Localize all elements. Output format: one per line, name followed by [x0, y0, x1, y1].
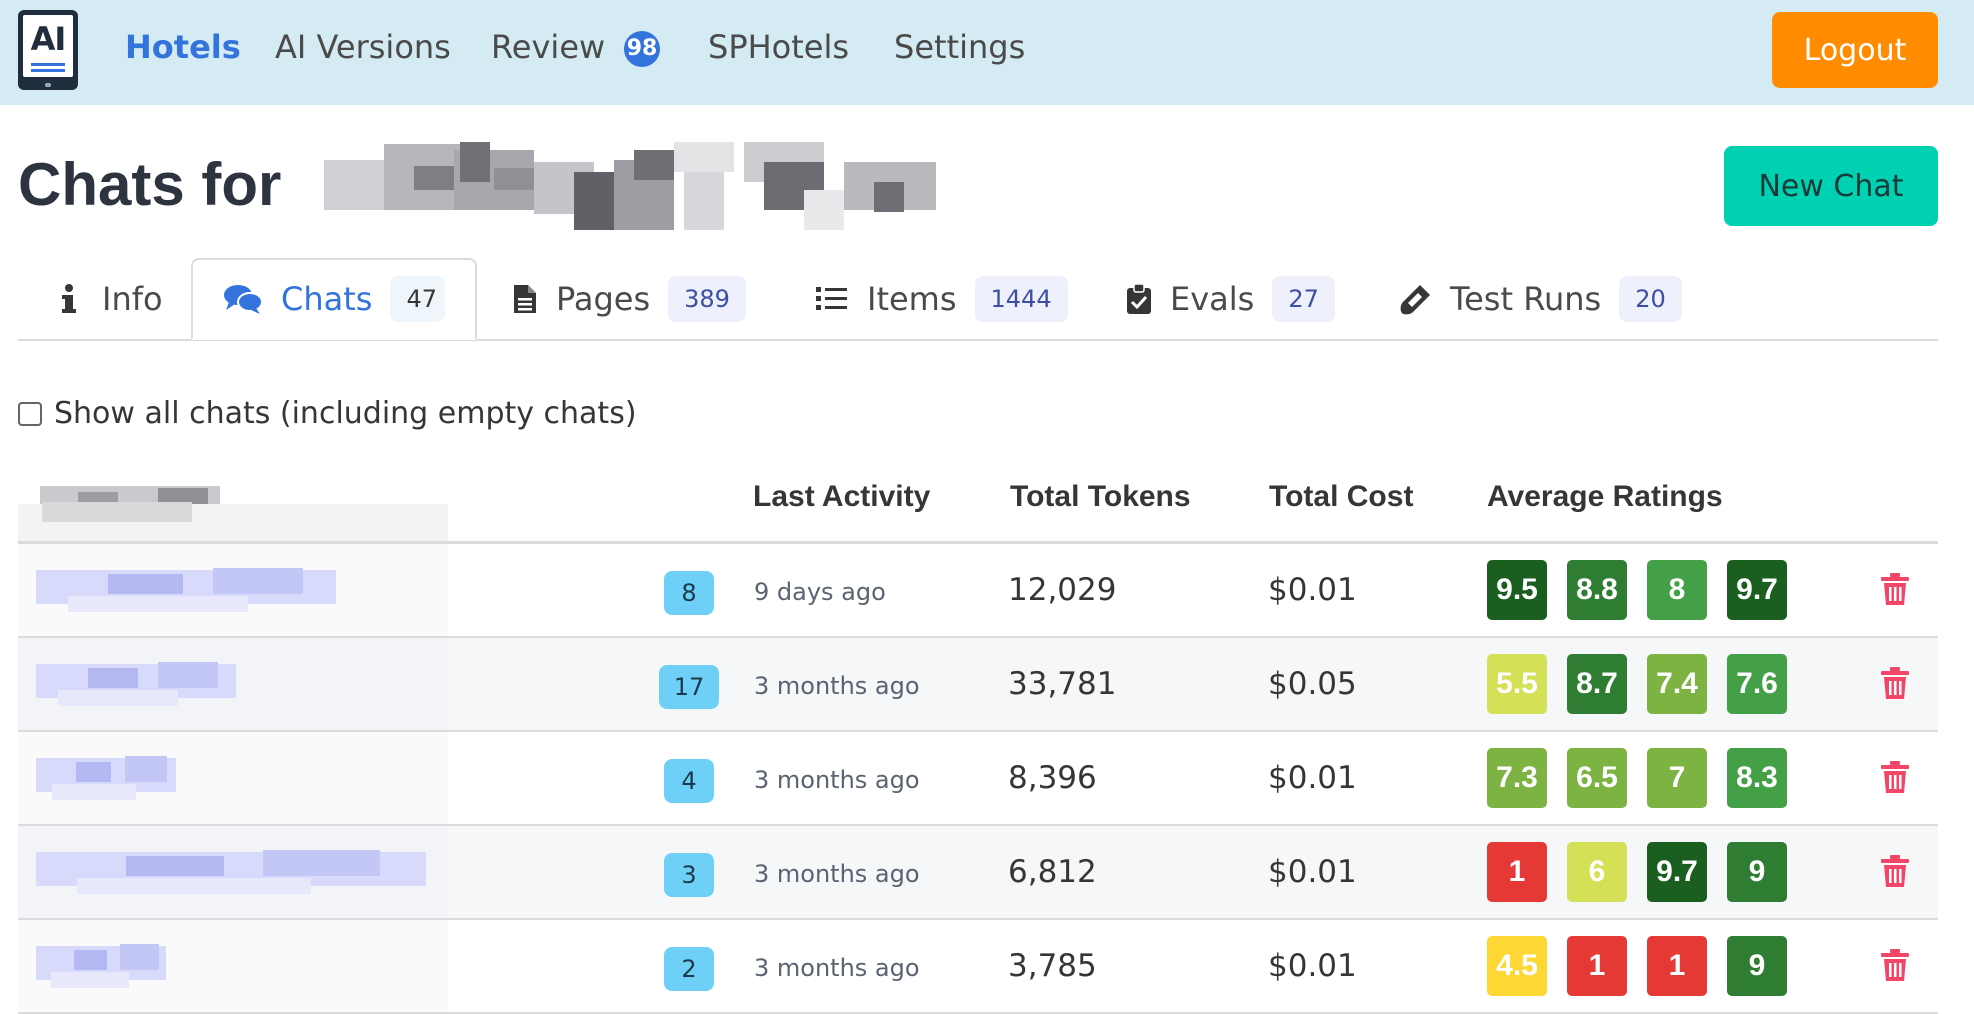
- app-logo[interactable]: AI: [18, 10, 78, 90]
- rating-badge: 5.5: [1487, 654, 1547, 714]
- file-icon: [512, 283, 538, 315]
- show-all-chats-toggle[interactable]: Show all chats (including empty chats): [18, 396, 637, 431]
- total-tokens-cell: 12,029: [1008, 572, 1117, 608]
- last-activity-cell: 3 months ago: [754, 766, 920, 794]
- redacted-chat-name[interactable]: [18, 638, 448, 730]
- total-tokens-cell: 3,785: [1008, 948, 1097, 984]
- rating-badge: 9.5: [1487, 560, 1547, 620]
- rating-badge: 7.3: [1487, 748, 1547, 808]
- redacted-chat-name[interactable]: [18, 826, 448, 918]
- rating-badge: 4.5: [1487, 936, 1547, 996]
- rating-badge: 7: [1647, 748, 1707, 808]
- header-total-tokens[interactable]: Total Tokens: [1010, 480, 1191, 514]
- nav-sphotels[interactable]: SPHotels: [708, 28, 849, 66]
- tab-items[interactable]: Items 1444: [815, 258, 1068, 340]
- last-activity-cell: 3 months ago: [754, 672, 920, 700]
- header-total-cost[interactable]: Total Cost: [1269, 480, 1413, 514]
- total-tokens-cell: 8,396: [1008, 760, 1097, 796]
- redacted-column-header: [18, 472, 448, 542]
- new-chat-button[interactable]: New Chat: [1724, 146, 1938, 226]
- rating-badge: 9: [1727, 936, 1787, 996]
- rating-badge: 8.3: [1727, 748, 1787, 808]
- navbar: AI Hotels AI Versions Review 98 SPHotels…: [0, 0, 1974, 105]
- tab-evals[interactable]: Evals 27: [1126, 258, 1335, 340]
- total-tokens-cell: 33,781: [1008, 666, 1117, 702]
- message-count-badge: 8: [664, 571, 714, 615]
- tab-pages-label: Pages: [556, 280, 651, 318]
- tab-info[interactable]: Info: [54, 258, 163, 340]
- rating-badge: 1: [1487, 842, 1547, 902]
- list-icon: [815, 283, 849, 315]
- vial-icon: [1400, 283, 1432, 315]
- logout-button[interactable]: Logout: [1772, 12, 1938, 88]
- trash-icon[interactable]: [1880, 760, 1910, 794]
- rating-badge: 1: [1647, 936, 1707, 996]
- review-count-badge: 98: [624, 31, 660, 67]
- clipboard-check-icon: [1126, 283, 1152, 315]
- tab-chats-count: 47: [390, 276, 445, 322]
- table-row[interactable]: 4 3 months ago 8,396 $0.01 7.3 6.5 7 8.3: [18, 732, 1938, 826]
- trash-icon[interactable]: [1880, 948, 1910, 982]
- total-cost-cell: $0.01: [1268, 854, 1357, 890]
- rating-badge: 9.7: [1727, 560, 1787, 620]
- total-cost-cell: $0.01: [1268, 948, 1357, 984]
- header-last-activity[interactable]: Last Activity: [753, 480, 930, 514]
- redacted-chat-name[interactable]: [18, 732, 448, 824]
- header-average-ratings[interactable]: Average Ratings: [1487, 480, 1723, 514]
- last-activity-cell: 3 months ago: [754, 954, 920, 982]
- total-cost-cell: $0.01: [1268, 572, 1357, 608]
- message-count-badge: 17: [659, 665, 719, 709]
- tab-chats-label: Chats: [281, 280, 373, 318]
- trash-icon[interactable]: [1880, 572, 1910, 606]
- tab-items-count: 1444: [974, 276, 1068, 322]
- nav-hotels[interactable]: Hotels: [125, 28, 241, 66]
- message-count-badge: 3: [664, 853, 714, 897]
- info-icon: [54, 283, 84, 315]
- trash-icon[interactable]: [1880, 666, 1910, 700]
- comments-icon: [223, 283, 263, 315]
- tab-chats[interactable]: Chats 47: [191, 258, 477, 340]
- message-count-badge: 2: [664, 947, 714, 991]
- last-activity-cell: 3 months ago: [754, 860, 920, 888]
- tab-evals-label: Evals: [1170, 280, 1255, 318]
- table-row[interactable]: 3 3 months ago 6,812 $0.01 1 6 9.7 9: [18, 826, 1938, 920]
- total-tokens-cell: 6,812: [1008, 854, 1097, 890]
- tab-pages[interactable]: Pages 389: [512, 258, 746, 340]
- rating-badge: 9: [1727, 842, 1787, 902]
- redacted-chat-name[interactable]: [18, 544, 448, 636]
- rating-badge: 8.8: [1567, 560, 1627, 620]
- message-count-badge: 4: [664, 759, 714, 803]
- redacted-hotel-name: [324, 142, 936, 230]
- trash-icon[interactable]: [1880, 854, 1910, 888]
- nav-review[interactable]: Review: [491, 28, 605, 66]
- show-all-label: Show all chats (including empty chats): [54, 396, 637, 431]
- rating-badge: 8: [1647, 560, 1707, 620]
- tab-test-runs-count: 20: [1619, 276, 1682, 322]
- rating-badge: 6: [1567, 842, 1627, 902]
- total-cost-cell: $0.01: [1268, 760, 1357, 796]
- show-all-checkbox[interactable]: [18, 401, 42, 426]
- nav-ai-versions[interactable]: AI Versions: [275, 28, 451, 66]
- tab-pages-count: 389: [668, 276, 746, 322]
- table-row[interactable]: 8 9 days ago 12,029 $0.01 9.5 8.8 8 9.7: [18, 544, 1938, 638]
- page-title: Chats for: [18, 151, 282, 218]
- redacted-chat-name[interactable]: [18, 920, 448, 1012]
- tab-test-runs[interactable]: Test Runs 20: [1400, 258, 1682, 340]
- table-row[interactable]: 17 3 months ago 33,781 $0.05 5.5 8.7 7.4 7.6: [18, 638, 1938, 732]
- rating-badge: 7.4: [1647, 654, 1707, 714]
- rating-badge: 8.7: [1567, 654, 1627, 714]
- table-row[interactable]: 23 months ago 3,785 $0.01 4.5 1 1 9: [18, 920, 1938, 1014]
- rating-badge: 9.7: [1647, 842, 1707, 902]
- tab-info-label: Info: [102, 280, 163, 318]
- tab-test-runs-label: Test Runs: [1450, 280, 1602, 318]
- logo-text: AI: [30, 20, 67, 58]
- nav-settings[interactable]: Settings: [894, 28, 1025, 66]
- rating-badge: 1: [1567, 936, 1627, 996]
- rating-badge: 6.5: [1567, 748, 1627, 808]
- rating-badge: 7.6: [1727, 654, 1787, 714]
- tab-evals-count: 27: [1272, 276, 1335, 322]
- tab-items-label: Items: [867, 280, 957, 318]
- last-activity-cell: 9 days ago: [754, 578, 886, 606]
- total-cost-cell: $0.05: [1268, 666, 1357, 702]
